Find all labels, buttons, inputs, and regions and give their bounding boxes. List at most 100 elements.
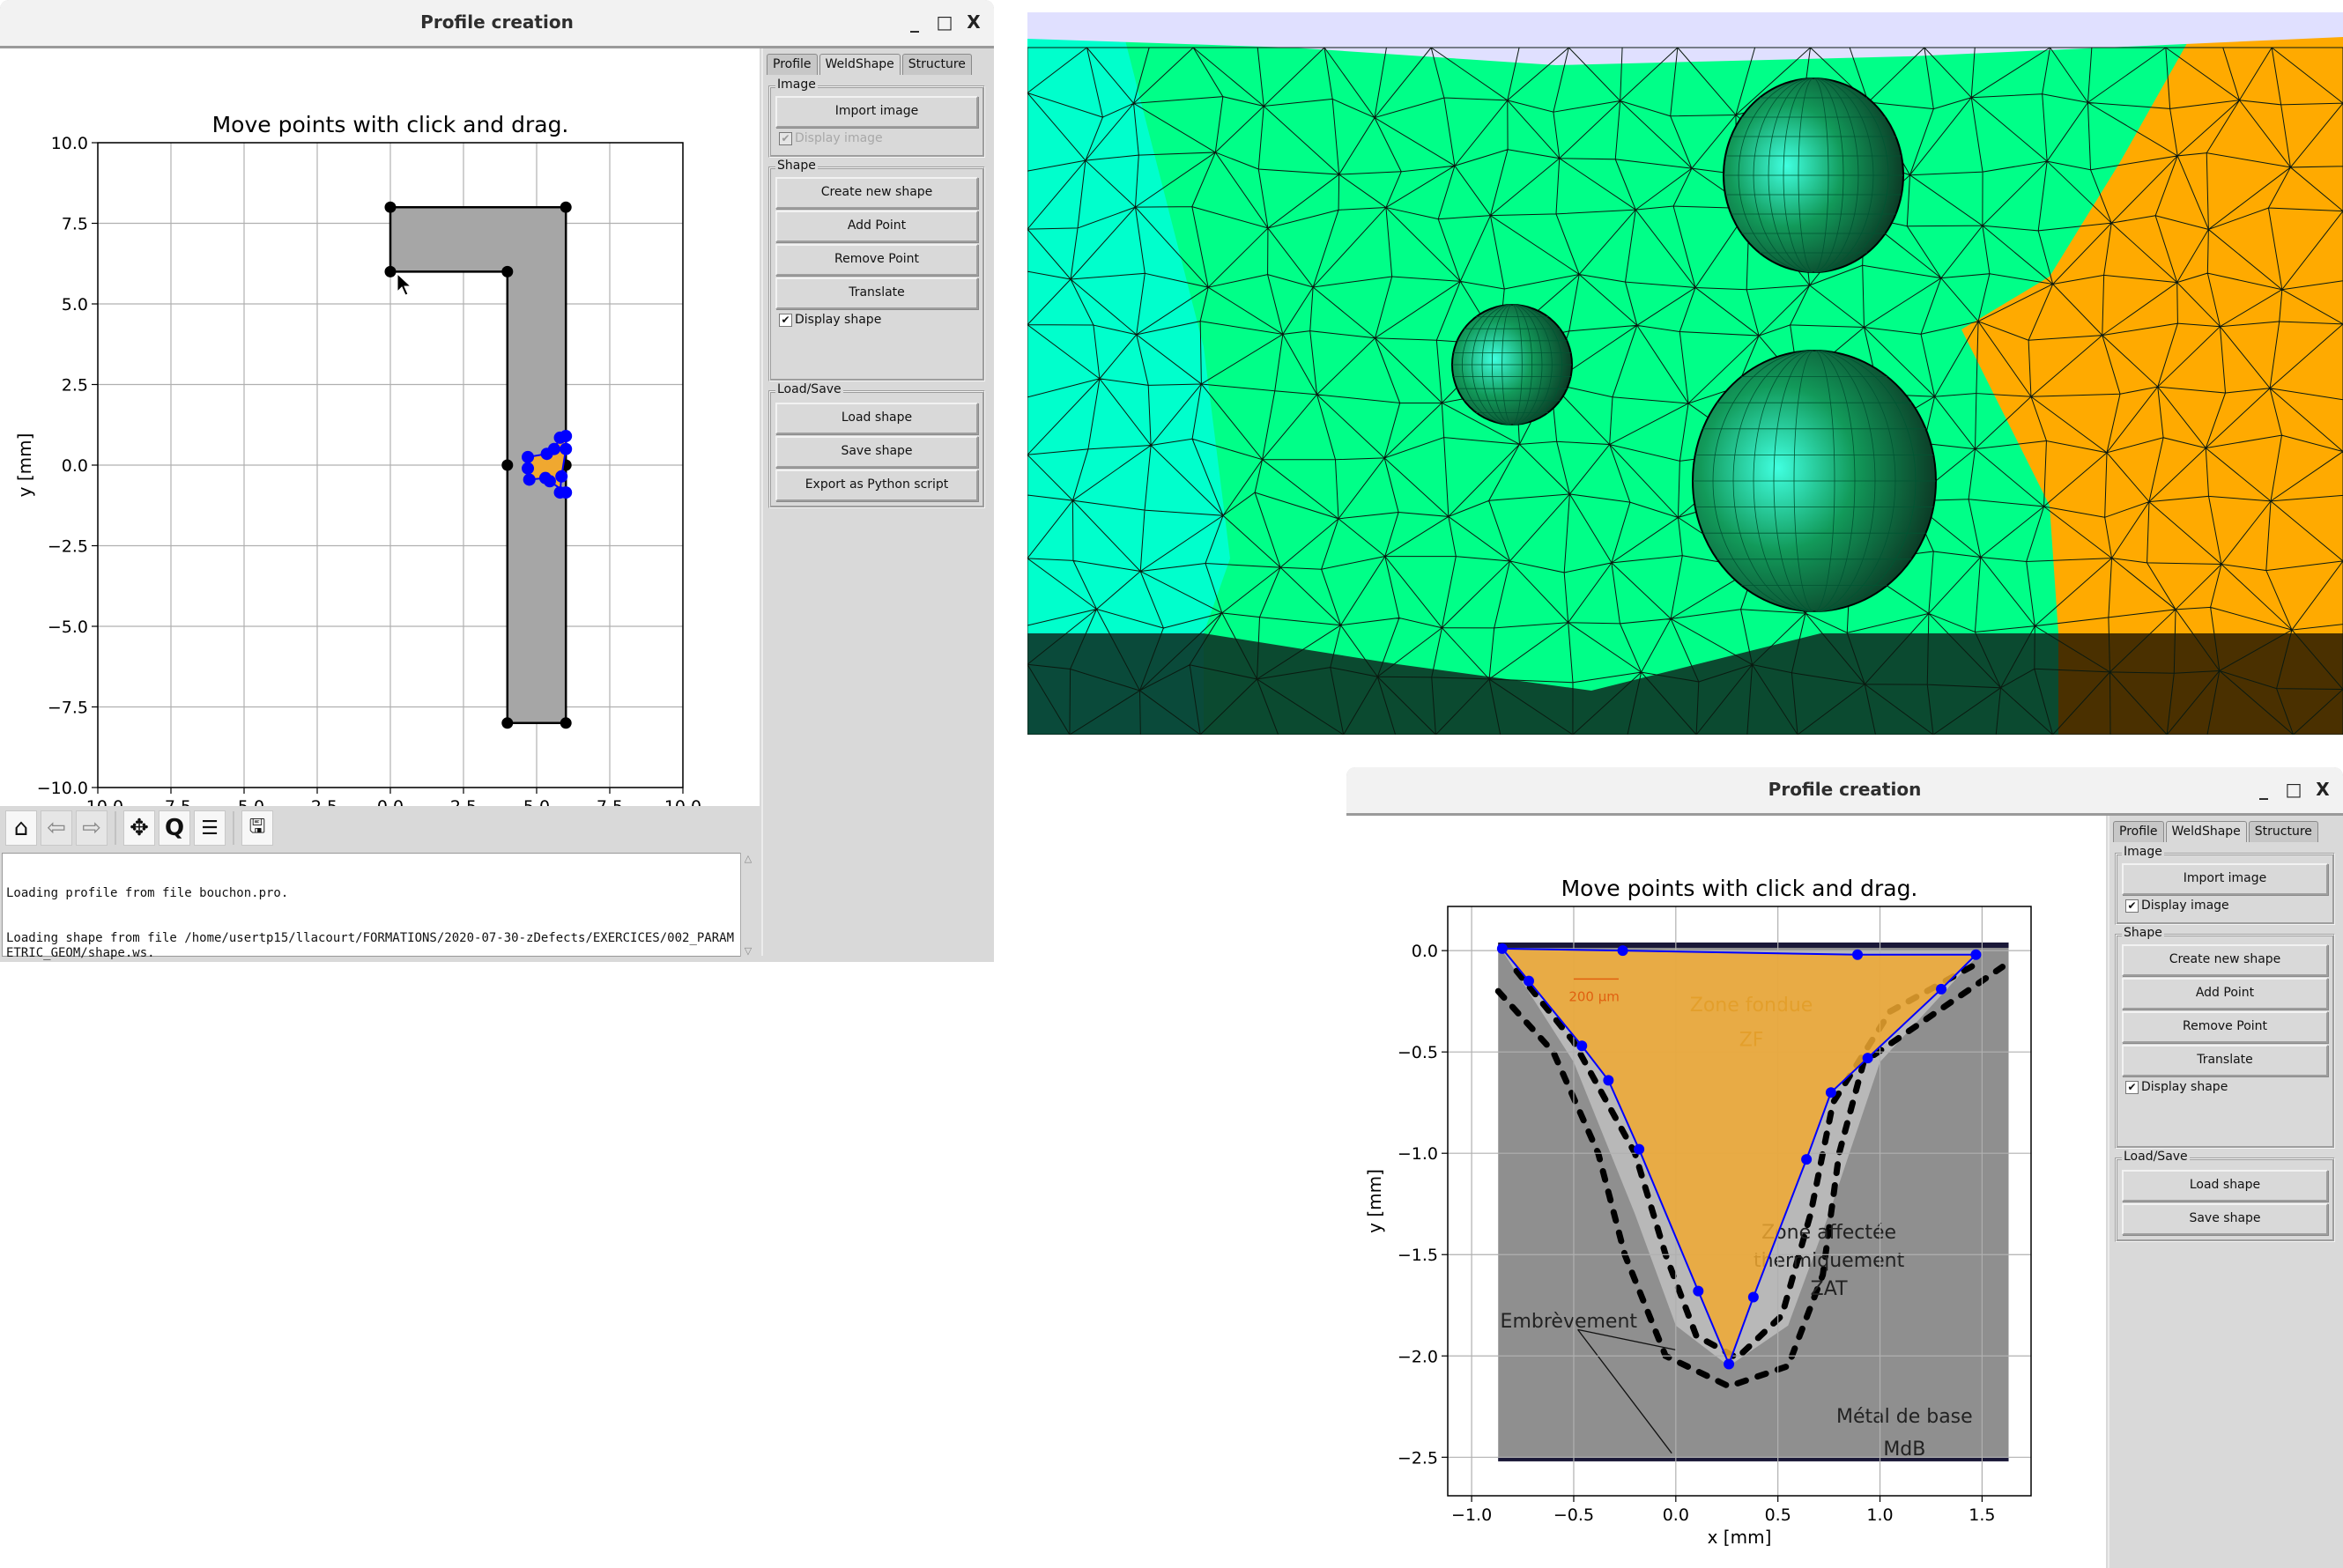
y-tick-label: −2.0 — [1398, 1347, 1438, 1366]
tab-weldshape[interactable]: WeldShape — [2165, 821, 2247, 842]
display-image-checkbox[interactable]: ✔ Display image — [2125, 899, 2229, 913]
annotation-embrevement: Embrèvement — [1501, 1311, 1638, 1333]
weld_shape-point[interactable] — [1747, 1291, 1759, 1303]
close-button[interactable]: X — [960, 9, 987, 35]
y-tick-label: −2.5 — [48, 537, 88, 557]
zoom-icon: Q — [164, 815, 185, 841]
annotation-mdb: Métal de base — [1836, 1406, 1973, 1428]
import-image-button[interactable]: Import image — [775, 96, 978, 128]
checkbox-check-icon: ✔ — [779, 131, 792, 145]
profile-point[interactable] — [384, 265, 397, 277]
close-button[interactable]: X — [2310, 776, 2336, 802]
weld_shape-point[interactable] — [1576, 1040, 1588, 1052]
create-new-shape-button[interactable]: Create new shape — [775, 177, 978, 209]
scroll-down-arrow-icon[interactable]: ▽ — [741, 945, 755, 957]
profile-point[interactable] — [501, 265, 514, 277]
weld_shape-point[interactable] — [1970, 949, 1982, 960]
weld_shape-point[interactable] — [1862, 1053, 1873, 1064]
weld_shape-point[interactable] — [1523, 975, 1534, 987]
checkbox-check-icon: ✔ — [2125, 899, 2139, 913]
add-point-button[interactable]: Add Point — [775, 211, 978, 242]
y-tick-label: −0.5 — [1398, 1043, 1438, 1062]
display-image-checkbox[interactable]: ✔ Display image — [779, 131, 883, 145]
translate-button[interactable]: Translate — [775, 277, 978, 309]
scale-bar-label: 200 μm — [1568, 989, 1620, 1005]
checkbox-label: Display image — [795, 131, 883, 145]
weld_shape-point[interactable] — [1634, 1143, 1645, 1155]
profile-creation-window-2: Profile creation _ □ X Move points with … — [1346, 767, 2343, 1568]
mesh-3d-view[interactable] — [1027, 12, 2343, 735]
zoom-button[interactable]: Q — [159, 810, 190, 846]
load-shape-button[interactable]: Load shape — [775, 403, 978, 434]
remove-point-button[interactable]: Remove Point — [775, 244, 978, 276]
mesh-bottom-orange — [2058, 633, 2343, 735]
remove-point-button[interactable]: Remove Point — [2122, 1011, 2328, 1043]
plot-canvas[interactable]: Move points with click and drag. Zone aff… — [1346, 816, 2106, 1568]
export-python-script-button[interactable]: Export as Python script — [775, 470, 978, 501]
minimize-button[interactable]: _ — [2250, 776, 2277, 802]
profile-plot[interactable]: Move points with click and drag. −10.0 −7.… — [0, 48, 760, 839]
weld_shape-point[interactable] — [522, 450, 535, 463]
weld_shape-point[interactable] — [1852, 949, 1864, 960]
console-output[interactable]: Loading profile from file bouchon.pro. L… — [2, 853, 742, 960]
weld_shape-point[interactable] — [560, 486, 573, 499]
profile-point[interactable] — [501, 459, 514, 471]
save-shape-button[interactable]: Save shape — [2122, 1203, 2328, 1235]
profile-point[interactable] — [560, 717, 572, 729]
weld_shape-point[interactable] — [555, 470, 568, 483]
profile-point[interactable] — [560, 201, 572, 213]
console-scrollbar[interactable]: △ ▽ — [740, 853, 755, 957]
weld_shape-point[interactable] — [560, 430, 573, 443]
load-shape-button[interactable]: Load shape — [2122, 1170, 2328, 1202]
tab-profile[interactable]: Profile — [2113, 821, 2164, 842]
save-figure-icon: 🖫 — [248, 816, 266, 838]
display-shape-checkbox[interactable]: ✔ Display shape — [2125, 1080, 2228, 1094]
toolbar-separator — [115, 811, 116, 845]
tab-weldshape[interactable]: WeldShape — [819, 54, 901, 75]
weld_shape-point[interactable] — [1936, 983, 1947, 995]
translate-button[interactable]: Translate — [2122, 1045, 2328, 1076]
profile-point[interactable] — [384, 201, 397, 213]
create-new-shape-button[interactable]: Create new shape — [2122, 944, 2328, 976]
scroll-up-arrow-icon[interactable]: △ — [741, 853, 755, 864]
image-group: Image Import image ✔ Display image — [768, 78, 985, 158]
checkbox-check-icon: ✔ — [779, 313, 792, 327]
tab-structure[interactable]: Structure — [2248, 821, 2318, 842]
display-shape-checkbox[interactable]: ✔ Display shape — [779, 313, 881, 327]
maximize-button[interactable]: □ — [2280, 776, 2307, 802]
weld_shape-point[interactable] — [1724, 1358, 1735, 1370]
tab-profile[interactable]: Profile — [767, 54, 818, 75]
side-panel: Profile WeldShape Structure Image Import… — [2108, 816, 2340, 1568]
forward-button[interactable]: ⇨ — [76, 810, 108, 846]
plot-canvas[interactable]: Move points with click and drag. −10.0 −7.… — [0, 48, 760, 839]
tab-structure[interactable]: Structure — [901, 54, 972, 75]
weld_shape-point[interactable] — [1825, 1087, 1836, 1098]
window-title: Profile creation — [1768, 779, 1922, 800]
weld_shape-point[interactable] — [560, 442, 573, 455]
weld_shape-point[interactable] — [523, 473, 536, 486]
checkbox-label: Display shape — [795, 313, 882, 327]
import-image-button[interactable]: Import image — [2122, 863, 2328, 895]
weld_shape-point[interactable] — [1617, 945, 1628, 957]
save-shape-button[interactable]: Save shape — [775, 436, 978, 468]
title-bar[interactable]: Profile creation _ □ X — [0, 0, 994, 48]
weld_shape-point[interactable] — [1603, 1075, 1614, 1086]
weld_shape-point[interactable] — [538, 471, 552, 484]
pan-button[interactable]: ✥ — [123, 810, 155, 846]
configure-subplots-button[interactable]: ☰ — [194, 810, 226, 846]
weld-plot[interactable]: Move points with click and drag.Zone aff… — [1346, 816, 2106, 1568]
weld_shape-point[interactable] — [522, 462, 535, 475]
add-point-button[interactable]: Add Point — [2122, 978, 2328, 1010]
weld_shape-point[interactable] — [1693, 1285, 1704, 1297]
weld_shape-point[interactable] — [1801, 1154, 1813, 1165]
save-figure-button[interactable]: 🖫 — [241, 810, 273, 846]
home-button[interactable]: ⌂ — [5, 810, 37, 846]
weld_shape-point[interactable] — [1496, 943, 1508, 954]
back-button[interactable]: ⇦ — [41, 810, 72, 846]
minimize-button[interactable]: _ — [901, 9, 928, 35]
title-bar[interactable]: Profile creation _ □ X — [1346, 767, 2343, 816]
profile-point[interactable] — [501, 717, 514, 729]
x-tick-label: 1.0 — [1866, 1505, 1893, 1525]
weld_shape-point[interactable] — [547, 442, 560, 455]
maximize-button[interactable]: □ — [931, 9, 958, 35]
